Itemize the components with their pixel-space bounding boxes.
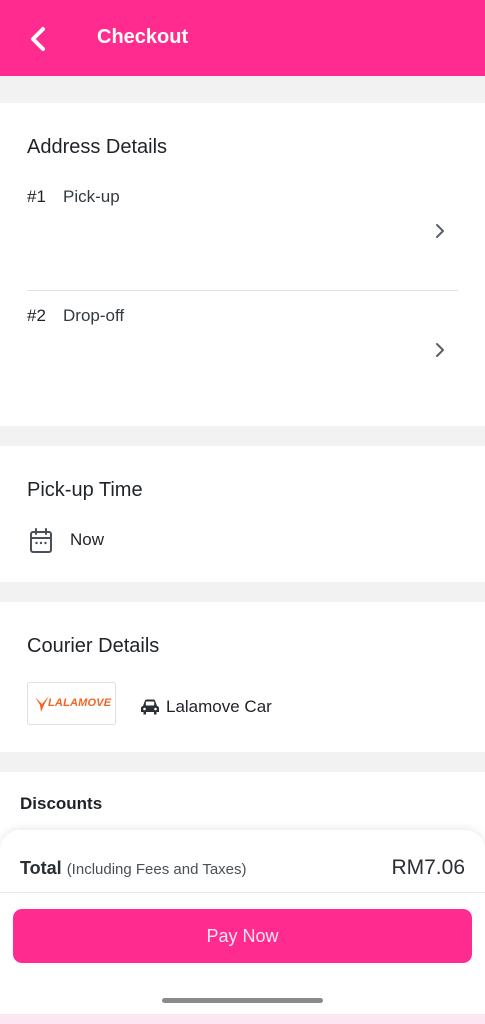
home-indicator[interactable]: [162, 998, 323, 1003]
pay-now-button[interactable]: Pay Now: [13, 909, 472, 963]
total-label-text: Total: [20, 858, 62, 878]
payment-summary-sheet: Total (Including Fees and Taxes) RM7.06 …: [0, 830, 485, 1024]
pickup-time-card[interactable]: Pick-up Time Now: [0, 446, 485, 582]
pickup-time-title: Pick-up Time: [27, 479, 143, 501]
courier-details-card: Courier Details LALAMOVE Lalamove Car: [0, 602, 485, 752]
courier-details-title: Courier Details: [27, 635, 160, 657]
pickup-time-value: Now: [70, 530, 105, 549]
total-label: Total (Including Fees and Taxes): [20, 858, 247, 879]
address-item-number: #2: [27, 306, 46, 325]
address-details-title: Address Details: [27, 136, 168, 158]
address-item-label: Pick-up: [63, 187, 120, 206]
summary-divider: [0, 892, 485, 893]
discounts-title: Discounts: [20, 794, 103, 813]
total-amount: RM7.06: [391, 856, 465, 879]
back-arrow-icon[interactable]: [24, 22, 54, 56]
car-icon: [141, 699, 159, 715]
courier-vehicle-name: Lalamove Car: [166, 697, 272, 716]
address-divider: [27, 290, 458, 291]
courier-logo-text: LALAMOVE: [48, 697, 112, 709]
calendar-icon: [30, 528, 52, 553]
app-header: Checkout: [0, 0, 485, 76]
chevron-right-icon[interactable]: [432, 340, 448, 360]
address-item-label: Drop-off: [63, 306, 125, 325]
chevron-right-icon[interactable]: [432, 221, 448, 241]
address-item-number: #1: [27, 187, 46, 206]
total-sub-label: (Including Fees and Taxes): [66, 861, 247, 878]
address-details-card: Address Details #1 Pick-up #2 Drop-off: [0, 103, 485, 426]
page-title: Checkout: [97, 26, 189, 48]
courier-logo: LALAMOVE: [27, 682, 116, 725]
bottom-strip: [0, 1014, 485, 1024]
